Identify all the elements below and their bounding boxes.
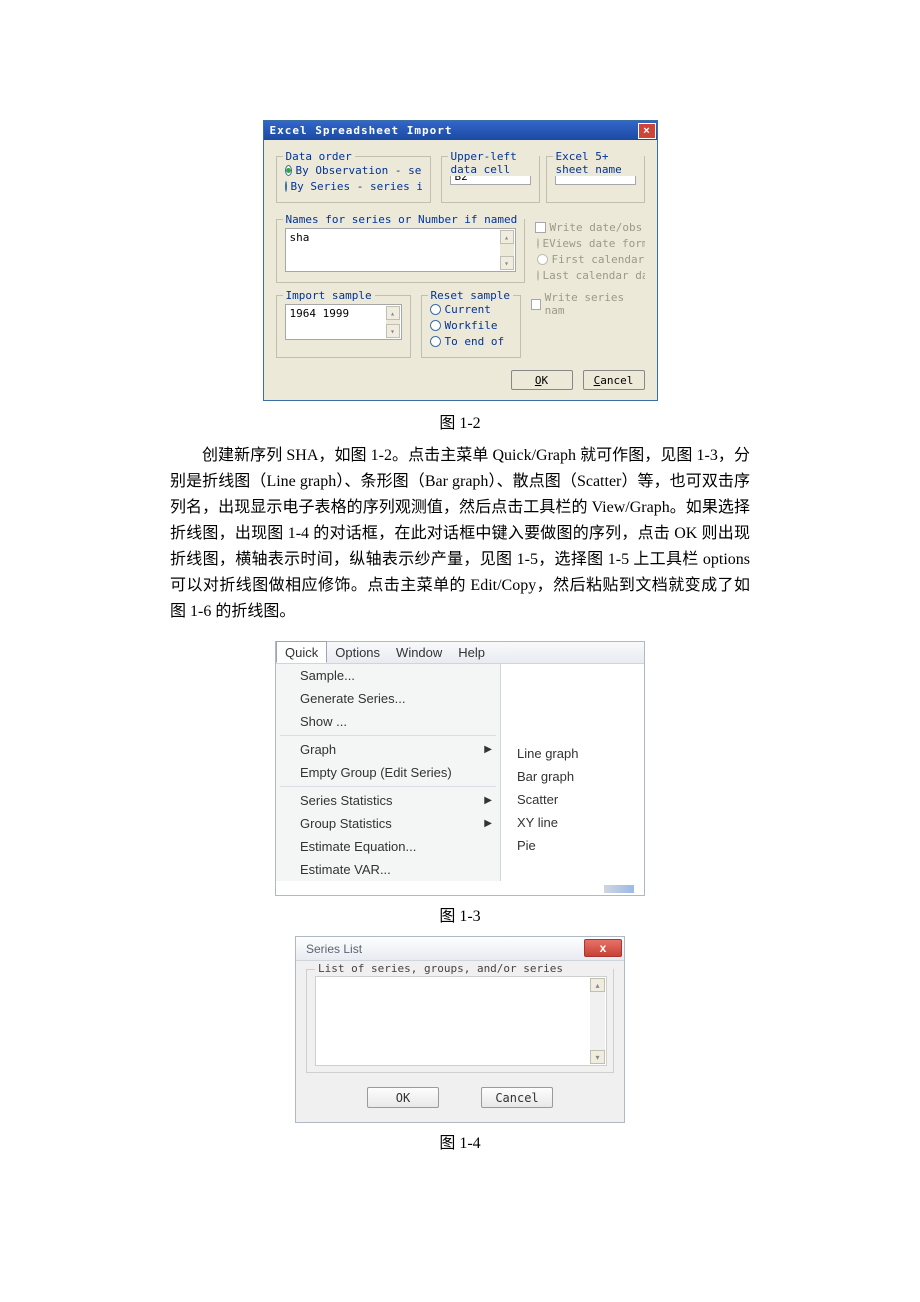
radio-last-cal: Last calendar da [537,269,645,282]
series-names-textarea[interactable]: sha ▴ ▾ [285,228,516,272]
sheet-name-group: Excel 5+ sheet name [546,156,645,203]
radio-dot-icon [430,336,441,347]
check-write-series[interactable]: Write series nam [531,291,641,317]
menu-help[interactable]: Help [450,642,493,663]
dialog-titlebar[interactable]: Series List x [296,937,624,961]
radio-dot-icon [430,320,441,331]
write-series-row: Write series nam [531,289,641,358]
ok-button[interactable]: OK [367,1087,439,1108]
submenu-bar-graph[interactable]: Bar graph [501,765,644,788]
quick-menu-screenshot: Quick Options Window Help Sample... Gene… [275,641,645,896]
menu-separator [280,786,496,787]
body-paragraph: 创建新序列 SHA，如图 1-2。点击主菜单 Quick/Graph 就可作图，… [170,443,750,625]
cancel-button[interactable]: Cancel [481,1087,553,1108]
group-legend: Import sample [283,289,375,302]
radio-dot-icon [285,165,292,176]
figure-caption-1-3: 图 1-3 [170,902,750,926]
data-order-legend: Data order [283,150,355,163]
submenu-arrow-icon: ▶ [484,795,492,806]
group-legend: Excel 5+ sheet name [553,150,644,176]
menuitem-series-stats[interactable]: Series Statistics▶ [276,789,500,812]
radio-reset-toend[interactable]: To end of [430,335,512,348]
ok-button[interactable]: OK [511,370,573,390]
radio-by-observation[interactable]: By Observation - series in c [285,164,422,177]
group-legend: Reset sample [428,289,513,302]
menuitem-estimate-equation[interactable]: Estimate Equation... [276,835,500,858]
scroll-up-icon[interactable]: ▴ [590,978,605,992]
scrollbar[interactable]: ▴ ▾ [590,978,605,1064]
series-list-dialog: Series List x List of series, groups, an… [295,936,625,1123]
import-sample-group: Import sample 1964 1999 ▴ ▾ [276,295,411,358]
menu-options[interactable]: Options [327,642,388,663]
scrollbar[interactable]: ▴ ▾ [500,230,514,270]
dialog-title: Series List [306,942,584,956]
cancel-button[interactable]: Cancel [583,370,645,390]
menuitem-sample[interactable]: Sample... [276,664,500,687]
upper-left-cell-group: Upper-left data cell B2 [441,156,540,203]
menubar: Quick Options Window Help [276,642,644,664]
menu-window[interactable]: Window [388,642,450,663]
radio-first-cal: First calendar [537,253,645,266]
reset-sample-group: Reset sample Current Workfile To end of [421,295,521,358]
series-list-textarea[interactable]: ▴ ▾ [315,976,607,1066]
close-icon[interactable]: × [638,123,656,139]
radio-dot-icon [285,181,287,192]
radio-reset-workfile[interactable]: Workfile [430,319,512,332]
submenu-arrow-icon: ▶ [484,744,492,755]
radio-dot-icon [430,304,441,315]
radio-by-series[interactable]: By Series - series in r [285,180,422,193]
import-sample-textarea[interactable]: 1964 1999 ▴ ▾ [285,304,402,340]
checkbox-icon [531,299,541,310]
dialog-titlebar[interactable]: Excel Spreadsheet Import × [264,121,657,140]
dialog-title: Excel Spreadsheet Import [270,124,638,137]
scroll-up-icon[interactable]: ▴ [386,306,400,320]
menuitem-empty-group[interactable]: Empty Group (Edit Series) [276,761,500,784]
scrollbar[interactable]: ▴ ▾ [386,306,400,338]
figure-caption-1-4: 图 1-4 [170,1129,750,1153]
radio-eviews-date: EViews date form [537,237,645,250]
figure-caption-1-2: 图 1-2 [170,409,750,433]
graph-submenu: Line graph Bar graph Scatter XY line Pie [501,664,644,881]
radio-label: By Series - series in r [291,180,422,193]
series-names-group: Names for series or Number if named in f… [276,219,525,283]
submenu-pie[interactable]: Pie [501,834,644,857]
scroll-down-icon[interactable]: ▾ [590,1050,605,1064]
menuitem-group-stats[interactable]: Group Statistics▶ [276,812,500,835]
radio-label: By Observation - series in c [296,164,422,177]
menuitem-estimate-var[interactable]: Estimate VAR... [276,858,500,881]
radio-reset-current[interactable]: Current [430,303,512,316]
checkbox-icon [535,222,546,233]
excel-import-dialog: Excel Spreadsheet Import × Data order By… [263,120,658,401]
submenu-arrow-icon: ▶ [484,818,492,829]
menu-separator [280,735,496,736]
close-icon[interactable]: x [584,939,622,957]
check-write-date[interactable]: Write date/obs [535,221,645,234]
submenu-line-graph[interactable]: Line graph [501,742,644,765]
submenu-scatter[interactable]: Scatter [501,788,644,811]
scroll-up-icon[interactable]: ▴ [500,230,514,244]
group-legend: Upper-left data cell [448,150,539,176]
scroll-down-icon[interactable]: ▾ [500,256,514,270]
menuitem-graph[interactable]: Graph▶ [276,738,500,761]
menuitem-show[interactable]: Show ... [276,710,500,733]
menu-quick[interactable]: Quick [276,641,327,663]
menuitem-generate-series[interactable]: Generate Series... [276,687,500,710]
submenu-xy-line[interactable]: XY line [501,811,644,834]
scroll-down-icon[interactable]: ▾ [386,324,400,338]
dialog-tail [276,881,644,895]
write-options-group: Write date/obs EViews date form First ca… [535,213,645,283]
series-expressions-group: List of series, groups, and/or series ex… [306,969,614,1073]
quick-dropdown: Sample... Generate Series... Show ... Gr… [276,664,501,881]
data-order-group: Data order By Observation - series in c … [276,156,431,203]
